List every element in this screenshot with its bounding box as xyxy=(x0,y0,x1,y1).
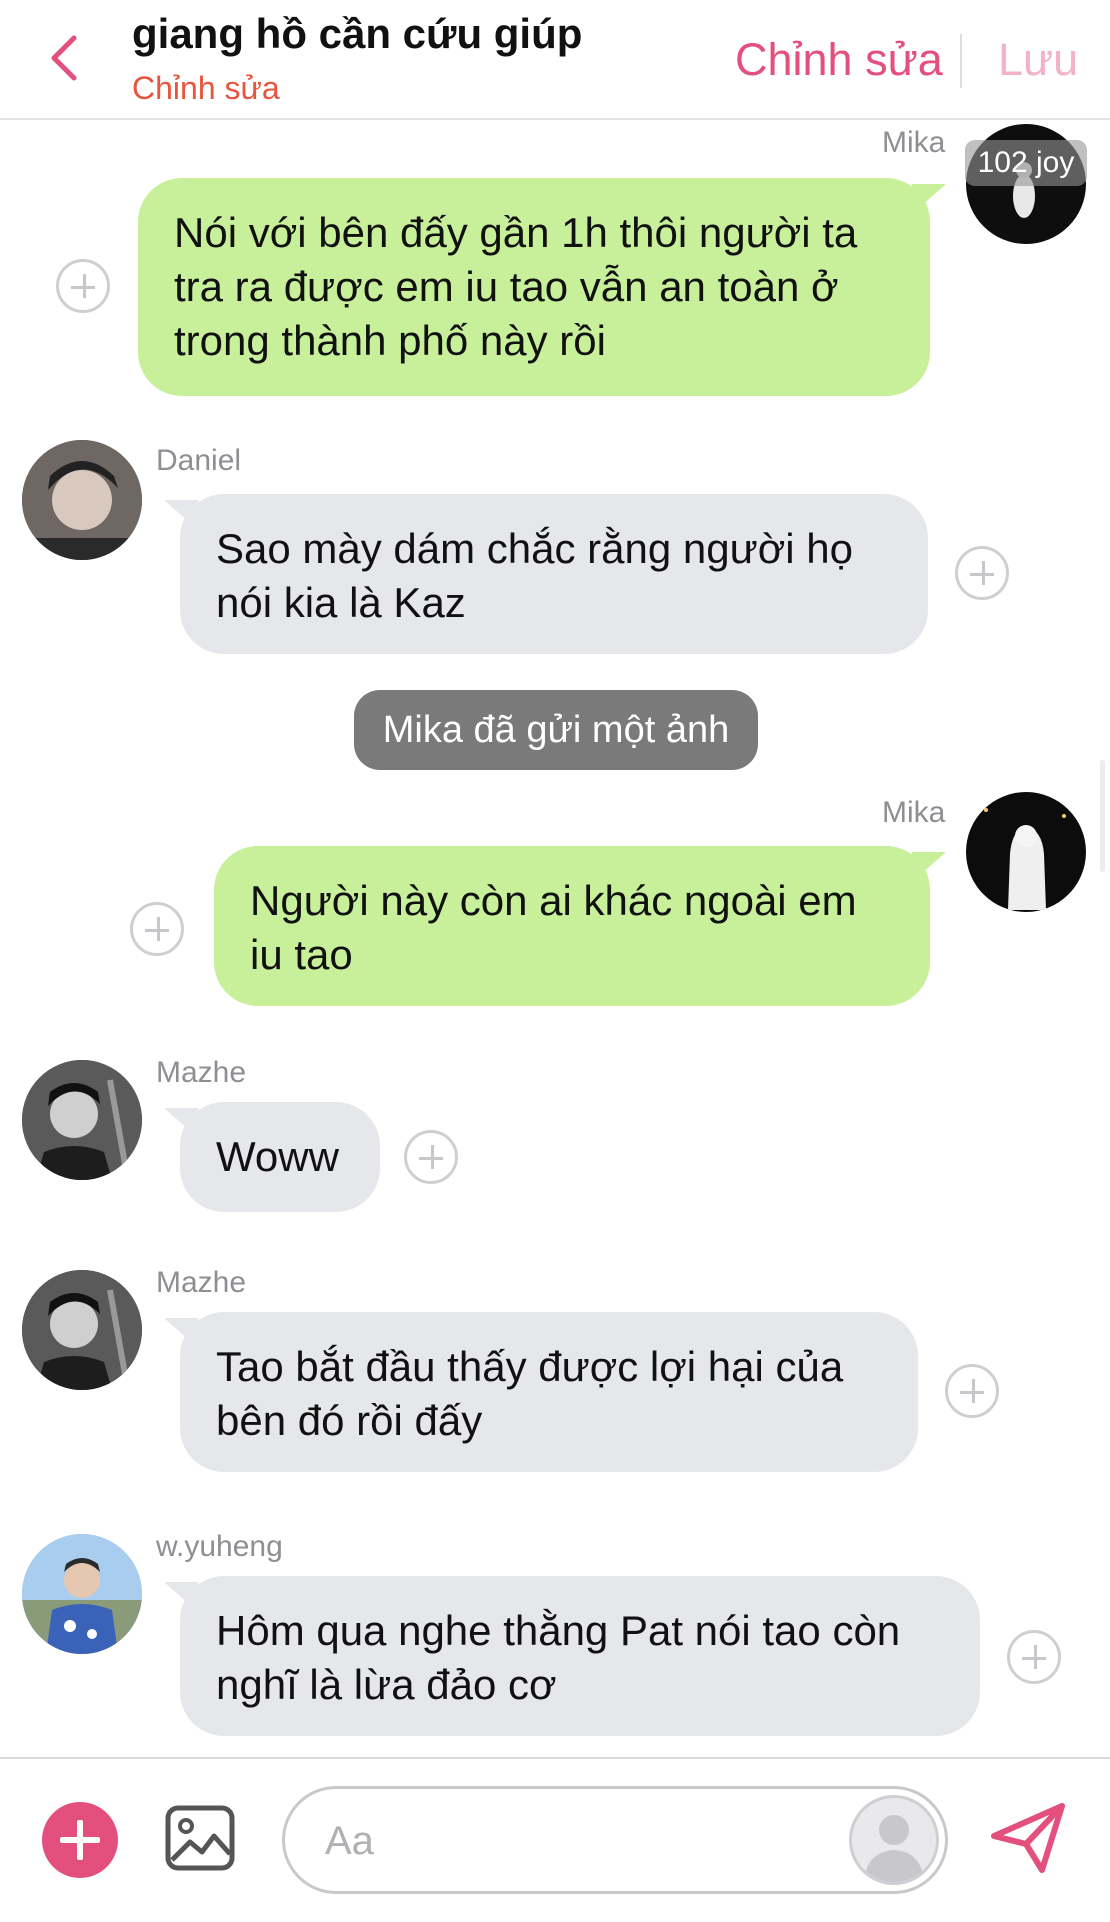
edit-button[interactable]: Chỉnh sửa xyxy=(735,34,943,86)
sender-name: Mika xyxy=(882,796,946,829)
message-bubble[interactable]: Woww xyxy=(164,1102,380,1212)
add-reaction-button[interactable] xyxy=(1007,1630,1061,1684)
message-text: Người này còn ai khác ngoài em iu tao xyxy=(250,877,857,978)
sender-name: w.yuheng xyxy=(156,1530,283,1563)
message-text: Woww xyxy=(216,1133,339,1180)
send-button[interactable] xyxy=(988,1800,1068,1876)
send-icon xyxy=(991,1803,1065,1873)
message-bubble[interactable]: Tao bắt đầu thấy được lợi hại của bên đó… xyxy=(164,1312,918,1472)
add-reaction-button[interactable] xyxy=(130,902,184,956)
avatar[interactable] xyxy=(22,1270,142,1390)
sender-name: Mazhe xyxy=(156,1056,247,1089)
chat-title: giang hồ cần cứu giúp xyxy=(132,10,583,57)
avatar-placeholder-icon[interactable] xyxy=(849,1795,939,1885)
message-incoming: w.yuheng Hôm qua nghe thằng Pat nói tao … xyxy=(0,1530,1110,1750)
message-text: Tao bắt đầu thấy được lợi hại của bên đó… xyxy=(216,1343,844,1444)
sender-name: Mika xyxy=(882,126,946,159)
message-text: Nói với bên đấy gần 1h thôi người ta tra… xyxy=(174,209,858,364)
avatar[interactable] xyxy=(22,1060,142,1180)
back-chevron-icon xyxy=(51,35,77,81)
message-bubble[interactable]: Sao mày dám chắc rằng người họ nói kia l… xyxy=(164,494,928,654)
add-icon[interactable] xyxy=(42,1802,118,1878)
sender-name: Daniel xyxy=(156,444,242,477)
scroll-indicator[interactable] xyxy=(1100,760,1105,872)
message-text: Hôm qua nghe thằng Pat nói tao còn nghĩ … xyxy=(216,1607,901,1708)
message-outgoing: Mika 102 joy Nói với bên đấy gần 1h thôi… xyxy=(0,120,1110,420)
add-reaction-button[interactable] xyxy=(955,546,1009,600)
save-button[interactable]: Lưu xyxy=(998,34,1078,86)
message-incoming: Mazhe Woww xyxy=(0,1056,1110,1216)
message-bubble[interactable]: Hôm qua nghe thằng Pat nói tao còn nghĩ … xyxy=(164,1576,980,1736)
header-divider xyxy=(960,34,962,88)
add-reaction-button[interactable] xyxy=(56,259,110,313)
nickname-badge: 102 joy xyxy=(965,140,1087,186)
avatar[interactable] xyxy=(22,1534,142,1654)
image-icon xyxy=(165,1805,235,1871)
back-button[interactable] xyxy=(38,30,88,86)
message-outgoing: Mika Người này còn ai khác ngoài em iu t… xyxy=(0,792,1110,1006)
message-input-box[interactable] xyxy=(282,1786,948,1894)
chat-subtitle[interactable]: Chỉnh sửa xyxy=(132,70,280,107)
add-reaction-button[interactable] xyxy=(404,1130,458,1184)
chat-area[interactable]: Mika 102 joy Nói với bên đấy gần 1h thôi… xyxy=(0,120,1110,1756)
message-text: Sao mày dám chắc rằng người họ nói kia l… xyxy=(216,525,853,626)
image-button[interactable] xyxy=(164,1802,236,1874)
message-input[interactable] xyxy=(323,1807,807,1875)
add-reaction-button[interactable] xyxy=(945,1364,999,1418)
message-bubble[interactable]: Người này còn ai khác ngoài em iu tao xyxy=(214,846,946,1006)
avatar[interactable] xyxy=(22,440,142,560)
system-notice: Mika đã gửi một ảnh xyxy=(354,690,758,770)
message-incoming: Mazhe Tao bắt đầu thấy được lợi hại của … xyxy=(0,1266,1110,1476)
avatar[interactable] xyxy=(966,792,1086,912)
message-bubble[interactable]: Nói với bên đấy gần 1h thôi người ta tra… xyxy=(138,178,946,396)
message-incoming: Daniel Sao mày dám chắc rằng người họ nó… xyxy=(0,438,1110,654)
chat-header: giang hồ cần cứu giúp Chỉnh sửa Chỉnh sử… xyxy=(0,0,1110,120)
sender-name: Mazhe xyxy=(156,1266,247,1299)
